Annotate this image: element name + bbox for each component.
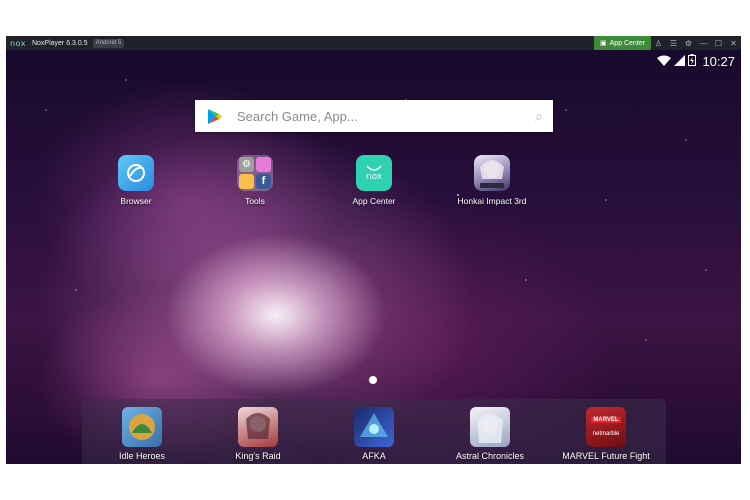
app-browser[interactable]: Browser — [91, 155, 181, 206]
app-center-icon-text: nox — [365, 171, 383, 182]
signal-icon — [674, 54, 686, 69]
settings-mini-icon: ⚙ — [239, 157, 254, 172]
app-center-icon: nox — [356, 155, 392, 191]
facebook-mini-icon: f — [256, 174, 271, 189]
app-label: AFKA — [362, 451, 386, 461]
marvel-logo-text: MARVEL — [591, 417, 621, 423]
gallery-mini-icon — [256, 157, 271, 172]
app-label: Honkai Impact 3rd — [457, 196, 527, 206]
app-honkai-impact[interactable]: Honkai Impact 3rd — [447, 155, 537, 206]
app-label: King's Raid — [235, 451, 281, 461]
app-label: Idle Heroes — [118, 451, 166, 461]
app-idle-heroes[interactable]: Idle Heroes — [97, 407, 187, 461]
netmarble-logo-text: netmarble — [592, 431, 620, 437]
app-kings-raid[interactable]: King's Raid — [213, 407, 303, 461]
app-tools[interactable]: ⚙ f Tools — [210, 155, 300, 206]
files-mini-icon — [239, 174, 254, 189]
app-center-button[interactable]: ▣ App Center — [593, 36, 651, 50]
afka-icon — [354, 407, 394, 447]
wifi-icon — [657, 55, 672, 69]
shirt-icon[interactable]: ♙ — [651, 39, 666, 48]
battery-icon — [688, 54, 697, 69]
astral-chronicles-icon — [470, 407, 510, 447]
title-bar[interactable]: nox NoxPlayer 6.3.0.5 Android 5 ▣ App Ce… — [6, 36, 741, 50]
google-play-icon — [195, 108, 235, 125]
status-bar: 10:27 — [654, 54, 735, 69]
window-title: NoxPlayer 6.3.0.5 — [31, 39, 88, 47]
search-bar[interactable]: ⌕ — [195, 100, 553, 132]
app-label: App Center — [352, 196, 396, 206]
android-version-badge: Android 5 — [92, 38, 125, 48]
dock: Idle Heroes King's Raid AFKA Astral Chro… — [82, 399, 666, 464]
marvel-future-fight-icon: MARVEL netmarble — [586, 407, 626, 447]
page-indicator-dot[interactable] — [369, 376, 377, 384]
app-app-center[interactable]: nox App Center — [329, 155, 419, 206]
menu-icon[interactable]: ☰ — [666, 39, 681, 48]
app-label: Browser — [120, 196, 152, 206]
nox-logo: nox — [10, 38, 26, 48]
app-astral-chronicles[interactable]: Astral Chronicles — [445, 407, 535, 461]
browser-icon — [118, 155, 154, 191]
search-icon[interactable]: ⌕ — [525, 108, 553, 125]
gear-icon[interactable]: ⚙ — [681, 39, 696, 48]
app-label: Tools — [245, 196, 265, 206]
nox-window: nox NoxPlayer 6.3.0.5 Android 5 ▣ App Ce… — [6, 36, 741, 464]
app-afka[interactable]: AFKA — [329, 407, 419, 461]
tools-folder-icon: ⚙ f — [237, 155, 273, 191]
app-label: Astral Chronicles — [455, 451, 525, 461]
android-home-screen: 10:27 ⌕ Browser ⚙ — [6, 50, 741, 464]
close-icon[interactable]: ✕ — [726, 39, 741, 48]
minimize-icon[interactable]: — — [696, 39, 711, 48]
honkai-impact-icon — [474, 155, 510, 191]
maximize-icon[interactable]: ☐ — [711, 39, 726, 48]
kings-raid-icon — [238, 407, 278, 447]
app-marvel-future-fight[interactable]: MARVEL netmarble MARVEL Future Fight — [561, 407, 651, 461]
app-center-bag-icon: ▣ — [599, 40, 607, 47]
status-time: 10:27 — [702, 54, 735, 69]
search-input[interactable] — [235, 107, 525, 125]
app-label: MARVEL Future Fight — [562, 451, 650, 461]
idle-heroes-icon — [122, 407, 162, 447]
app-center-button-label: App Center — [609, 39, 645, 47]
